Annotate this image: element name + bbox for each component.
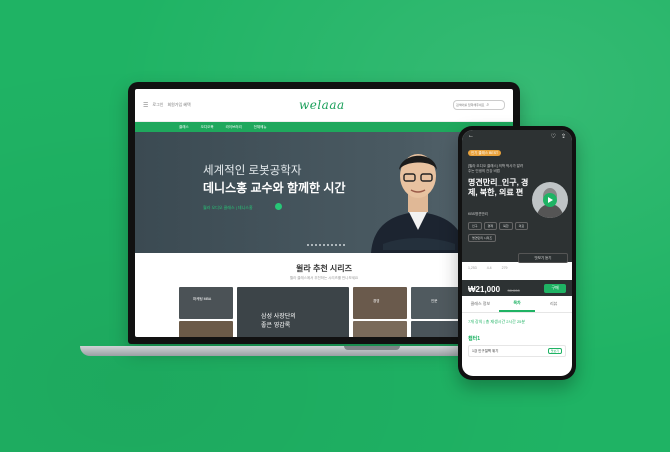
hero-banner[interactable]: 세계적인 로봇공학자 데니스홍 교수와 함께한 시간 월라 오디오 클래스 | … xyxy=(135,132,513,253)
phone-screen: ← ♡ ⇪ 인기 클래스 BEST [윌라 오디오 클래스] 의학 박사가 알려… xyxy=(462,130,572,376)
search-input[interactable]: 검색어를 입력해주세요 ⌕ xyxy=(452,100,505,110)
laptop-notch xyxy=(344,346,400,350)
play-icon[interactable] xyxy=(275,203,282,210)
hero-title: 데니스홍 교수와 함께한 시간 xyxy=(203,181,346,195)
series-card[interactable]: 마케팅 MBA xyxy=(179,287,233,319)
class-thumbnail[interactable] xyxy=(532,182,568,218)
series-card[interactable]: 인문 xyxy=(411,287,465,319)
tag-list: 인구 경제 북한 의료 xyxy=(468,222,529,230)
price-group: ₩21,000 30,000 xyxy=(468,279,520,297)
series-card-label: 삼성 사장단의 좋은 영감록 xyxy=(261,314,296,329)
tag-chip[interactable]: 경제 xyxy=(483,222,498,230)
tag-chip[interactable]: 인구 xyxy=(468,222,482,230)
series-card[interactable] xyxy=(411,321,465,337)
series-card[interactable]: 삼성 사장단의 좋은 영감록 xyxy=(237,287,349,337)
site-header: ☰ 로그인 회원가입 혜택 welaaa 검색어를 입력해주세요 ⌕ xyxy=(135,89,513,122)
tab-contents[interactable]: 목차 xyxy=(498,296,536,312)
search-placeholder: 검색어를 입력해주세요 xyxy=(455,103,485,107)
presenter-photo xyxy=(371,154,467,253)
series-cards: 마케팅 MBA 삼성 사장단의 좋은 영감록 경영 인문 xyxy=(135,287,513,337)
series-card-label: 마케팅 MBA xyxy=(193,297,212,301)
class-stats: 1,253 4.4 279 xyxy=(462,262,572,270)
tag-chip[interactable]: 명견만리 시리즈 xyxy=(468,234,497,242)
nav-item-audiobook[interactable]: 오디오북 xyxy=(201,125,214,130)
play-icon[interactable] xyxy=(543,193,557,207)
chapter-heading: 챕터1 xyxy=(468,336,480,342)
section-title: 윌라 추천 시리즈 xyxy=(296,264,352,273)
phone-hero: ← ♡ ⇪ 인기 클래스 BEST [윌라 오디오 클래스] 의학 박사가 알려… xyxy=(462,130,572,263)
share-icon[interactable]: ⇪ xyxy=(561,133,566,140)
phone-topbar: ← ♡ ⇪ xyxy=(462,130,572,142)
tag-list-2: 명견만리 시리즈 xyxy=(468,234,497,242)
phone-actions: ♡ ⇪ xyxy=(551,133,566,140)
chapter-item[interactable]: 1강 인구절벽 위기 맛보기 xyxy=(468,345,566,357)
rating-value: 4.4 xyxy=(486,266,492,270)
listeners-count: 1,253 xyxy=(468,266,477,270)
nav-item-class[interactable]: 클래스 xyxy=(179,125,189,130)
tag-chip[interactable]: 북한 xyxy=(499,222,513,230)
original-price: 30,000 xyxy=(507,288,520,293)
chapter-tag[interactable]: 맛보기 xyxy=(547,348,562,354)
back-arrow-icon[interactable]: ← xyxy=(468,133,474,139)
header-left: ☰ 로그인 회원가입 혜택 xyxy=(143,102,191,109)
hero-subtitle: 세계적인 로봇공학자 xyxy=(203,165,302,177)
best-badge: 인기 클래스 BEST xyxy=(468,150,502,156)
laptop-screen: ☰ 로그인 회원가입 혜택 welaaa 검색어를 입력해주세요 ⌕ 클래스 오… xyxy=(135,89,513,337)
tag-chip[interactable]: 의료 xyxy=(514,222,529,230)
chapter-title: 1강 인구절벽 위기 xyxy=(472,348,499,353)
search-icon[interactable]: ⌕ xyxy=(486,102,489,108)
series-card[interactable] xyxy=(179,321,233,337)
hero-note: 월라 오디오 클래스 | 데니스홍 xyxy=(203,205,253,210)
phone-mockup: ← ♡ ⇪ 인기 클래스 BEST [윌라 오디오 클래스] 의학 박사가 알려… xyxy=(458,126,576,380)
class-author: KBS명견만리 xyxy=(468,212,488,216)
buy-button[interactable]: 구매 xyxy=(544,283,566,293)
class-description: [윌라 오디오 클래스] 의학 박사가 알려주는 인생의 건강 비법 xyxy=(468,164,524,173)
series-card[interactable]: 경영 xyxy=(353,287,407,319)
nav-item-all-menu[interactable]: 전체메뉴 xyxy=(254,125,267,130)
main-nav: 클래스 오디오북 라이브러리 전체메뉴 xyxy=(135,122,513,132)
heart-icon[interactable]: ♡ xyxy=(551,133,556,140)
review-count: 279 xyxy=(501,266,508,270)
login-link[interactable]: 로그인 xyxy=(152,102,163,108)
series-card[interactable] xyxy=(353,321,407,337)
section-subtitle: 월라 클래스에서 추천하는 시리즈를 만나보세요 xyxy=(289,276,359,280)
menu-icon[interactable]: ☰ xyxy=(143,102,148,109)
series-card-label: 인문 xyxy=(431,299,438,303)
series-card-label: 경영 xyxy=(373,299,380,303)
carousel-dots[interactable] xyxy=(307,244,345,246)
tab-reviews[interactable]: 리뷰 xyxy=(535,296,572,312)
nav-item-library[interactable]: 라이브러리 xyxy=(226,125,242,130)
signup-link[interactable]: 회원가입 혜택 xyxy=(167,102,190,108)
contents-summary: 7개 강의 | 총 재생시간 2시간 25분 xyxy=(468,319,526,324)
price: ₩21,000 xyxy=(468,285,501,294)
tab-info[interactable]: 클래스 정보 xyxy=(462,296,499,312)
site-logo[interactable]: welaaa xyxy=(299,98,345,112)
phone-tabs: 클래스 정보 목차 리뷰 xyxy=(462,296,572,313)
price-bar: ₩21,000 30,000 구매 xyxy=(462,280,572,296)
class-title: 명견만리_인구, 경제, 북한, 의료 편 xyxy=(468,178,529,197)
